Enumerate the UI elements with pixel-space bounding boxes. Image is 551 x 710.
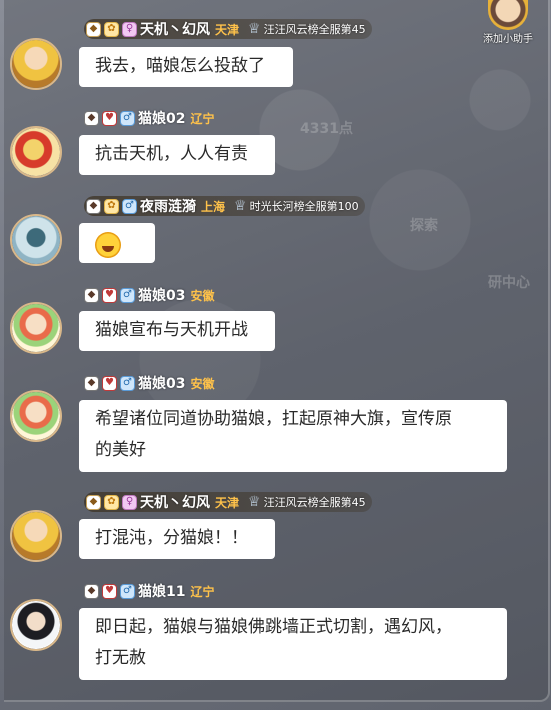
sender-region: 辽宁 [190, 584, 215, 599]
avatar[interactable] [10, 214, 62, 266]
message-bubble[interactable]: 我去，喵娘怎么投敌了 [79, 47, 293, 87]
message-bubble[interactable]: 猫娘宣布与天机开战 [79, 311, 275, 351]
heart-badge-icon: ♥ [102, 110, 117, 126]
male-icon: ♂ [120, 110, 135, 126]
sender-name[interactable]: 夜雨涟漪 [140, 196, 196, 216]
sender-name[interactable]: 猫娘02 [138, 108, 185, 128]
add-assistant-button[interactable]: 添加小助手 [473, 0, 543, 45]
heart-badge-icon: ♥ [102, 583, 117, 599]
sender-name[interactable]: 猫娘03 [138, 373, 185, 393]
sender-name[interactable]: 天机丶幻风 [140, 492, 210, 512]
rank-title: 时光长河榜全服第100 [249, 200, 359, 213]
gold-badge-icon: ✿ [104, 494, 119, 510]
level-badge-icon: ◆ [86, 21, 101, 37]
avatar[interactable] [10, 599, 62, 651]
male-icon: ♂ [120, 375, 135, 391]
assistant-label: 添加小助手 [483, 34, 533, 45]
message-bubble[interactable]: 抗击天机，人人有责 [79, 135, 275, 175]
gold-badge-icon: ✿ [104, 21, 119, 37]
message-header: ◆ ✿ ♀ 天机丶幻风 天津 ♕ 汪汪风云榜全服第45 [84, 492, 372, 512]
sender-name[interactable]: 猫娘11 [138, 581, 185, 601]
sender-name[interactable]: 猫娘03 [138, 285, 185, 305]
message-header: ◆ ♥ ♂ 猫娘03 安徽 [84, 373, 215, 393]
level-badge-icon: ◆ [86, 494, 101, 510]
avatar[interactable] [10, 510, 62, 562]
message-bubble[interactable] [79, 223, 155, 263]
avatar[interactable] [10, 390, 62, 442]
heart-badge-icon: ♥ [102, 287, 117, 303]
male-icon: ♂ [120, 583, 135, 599]
rank-title: 汪汪风云榜全服第45 [263, 496, 366, 509]
trophy-icon: ♕ [248, 494, 261, 510]
avatar[interactable] [10, 302, 62, 354]
female-icon: ♀ [122, 21, 137, 37]
trophy-icon: ♕ [248, 21, 261, 37]
message-line: 即日起，猫娘与猫娘佛跳墙正式切割，遇幻风， [95, 617, 452, 637]
female-icon: ♀ [122, 494, 137, 510]
sender-region: 辽宁 [190, 111, 215, 126]
message-header: ◆ ✿ ♀ 天机丶幻风 天津 ♕ 汪汪风云榜全服第45 [84, 19, 372, 39]
sender-region: 安徽 [190, 288, 215, 303]
level-badge-icon: ◆ [84, 287, 99, 303]
message-header: ◆ ✿ ♂ 夜雨涟漪 上海 ♕ 时光长河榜全服第100 [84, 196, 365, 216]
message-header: ◆ ♥ ♂ 猫娘03 安徽 [84, 285, 215, 305]
heart-badge-icon: ♥ [102, 375, 117, 391]
rank-title: 汪汪风云榜全服第45 [263, 23, 366, 36]
gold-badge-icon: ✿ [104, 198, 119, 214]
message-bubble[interactable]: 希望诸位同道协助猫娘，扛起原神大旗，宣传原 的美好 [79, 400, 507, 472]
sender-region: 上海 [201, 199, 226, 214]
message-bubble[interactable]: 即日起，猫娘与猫娘佛跳墙正式切割，遇幻风， 打无赦 [79, 608, 507, 680]
laughing-emoji-icon [95, 232, 121, 258]
avatar[interactable] [10, 38, 62, 90]
level-badge-icon: ◆ [84, 583, 99, 599]
trophy-icon: ♕ [234, 198, 247, 214]
level-badge-icon: ◆ [84, 375, 99, 391]
assistant-avatar-icon [488, 0, 528, 30]
sender-region: 安徽 [190, 376, 215, 391]
message-bubble[interactable]: 打混沌，分猫娘！！ [79, 519, 275, 559]
message-header: ◆ ♥ ♂ 猫娘02 辽宁 [84, 108, 215, 128]
sender-name[interactable]: 天机丶幻风 [140, 19, 210, 39]
message-header: ◆ ♥ ♂ 猫娘11 辽宁 [84, 581, 215, 601]
avatar[interactable] [10, 126, 62, 178]
sender-region: 天津 [215, 495, 240, 510]
level-badge-icon: ◆ [86, 198, 101, 214]
male-icon: ♂ [122, 198, 137, 214]
sender-region: 天津 [215, 22, 240, 37]
message-line: 的美好 [95, 440, 146, 460]
level-badge-icon: ◆ [84, 110, 99, 126]
male-icon: ♂ [120, 287, 135, 303]
message-line: 打无赦 [95, 648, 146, 668]
message-line: 希望诸位同道协助猫娘，扛起原神大旗，宣传原 [95, 409, 452, 429]
